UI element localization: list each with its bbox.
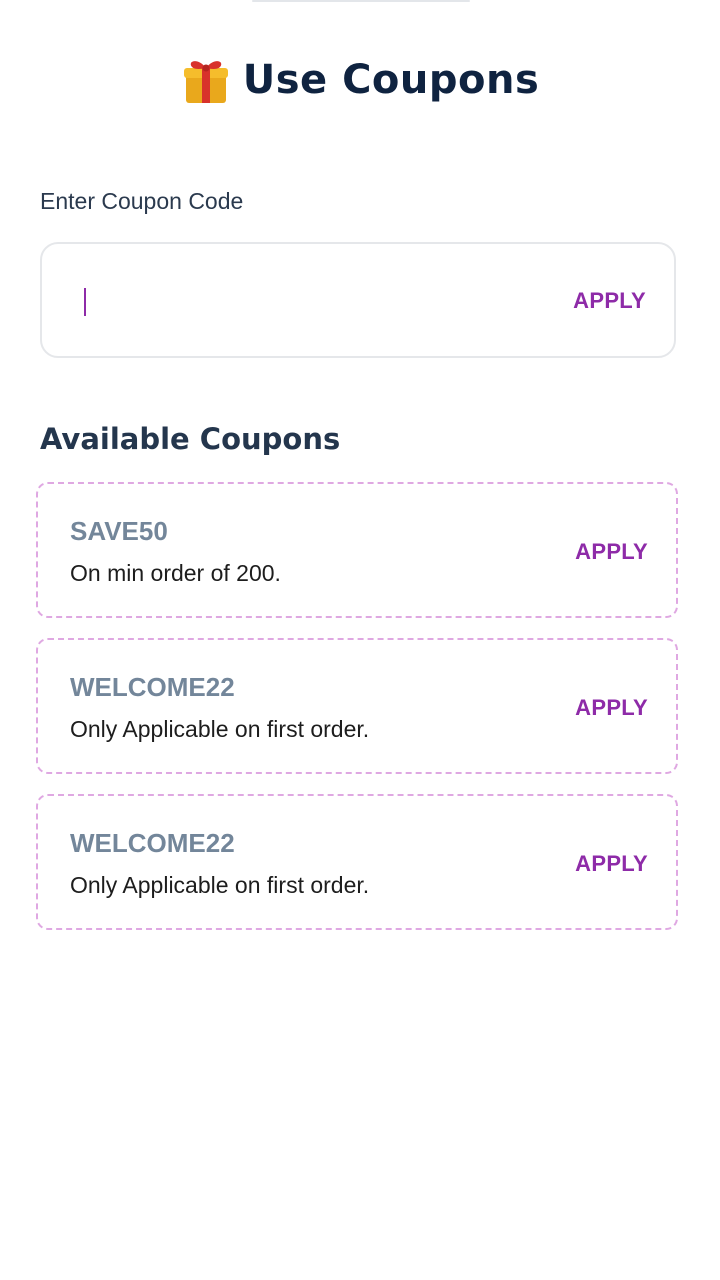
sheet-handle[interactable] [252,0,470,2]
coupon-code-label: Enter Coupon Code [40,188,244,214]
coupon-description: On min order of 200. [70,560,281,586]
coupon-code-input[interactable] [82,274,522,328]
apply-coupon-button[interactable]: APPLY [575,539,648,565]
coupon-input-box[interactable]: APPLY [40,242,676,358]
coupon-card: SAVE50 On min order of 200. APPLY [36,482,678,618]
coupon-list: SAVE50 On min order of 200. APPLY WELCOM… [36,482,678,950]
coupon-description: Only Applicable on first order. [70,872,370,898]
apply-coupon-button[interactable]: APPLY [575,851,648,877]
text-caret [84,288,86,316]
page-title: Use Coupons [242,57,540,103]
gift-icon [183,61,228,103]
header: Use Coupons [0,48,720,112]
coupon-description: Only Applicable on first order. [70,716,370,742]
apply-coupon-button[interactable]: APPLY [575,695,648,721]
coupon-card: WELCOME22 Only Applicable on first order… [36,638,678,774]
apply-code-button[interactable]: APPLY [573,288,646,314]
coupon-code: WELCOME22 [70,672,235,702]
coupon-card: WELCOME22 Only Applicable on first order… [36,794,678,930]
coupon-code: SAVE50 [70,516,168,546]
available-coupons-title: Available Coupons [40,422,341,456]
coupon-code: WELCOME22 [70,828,235,858]
